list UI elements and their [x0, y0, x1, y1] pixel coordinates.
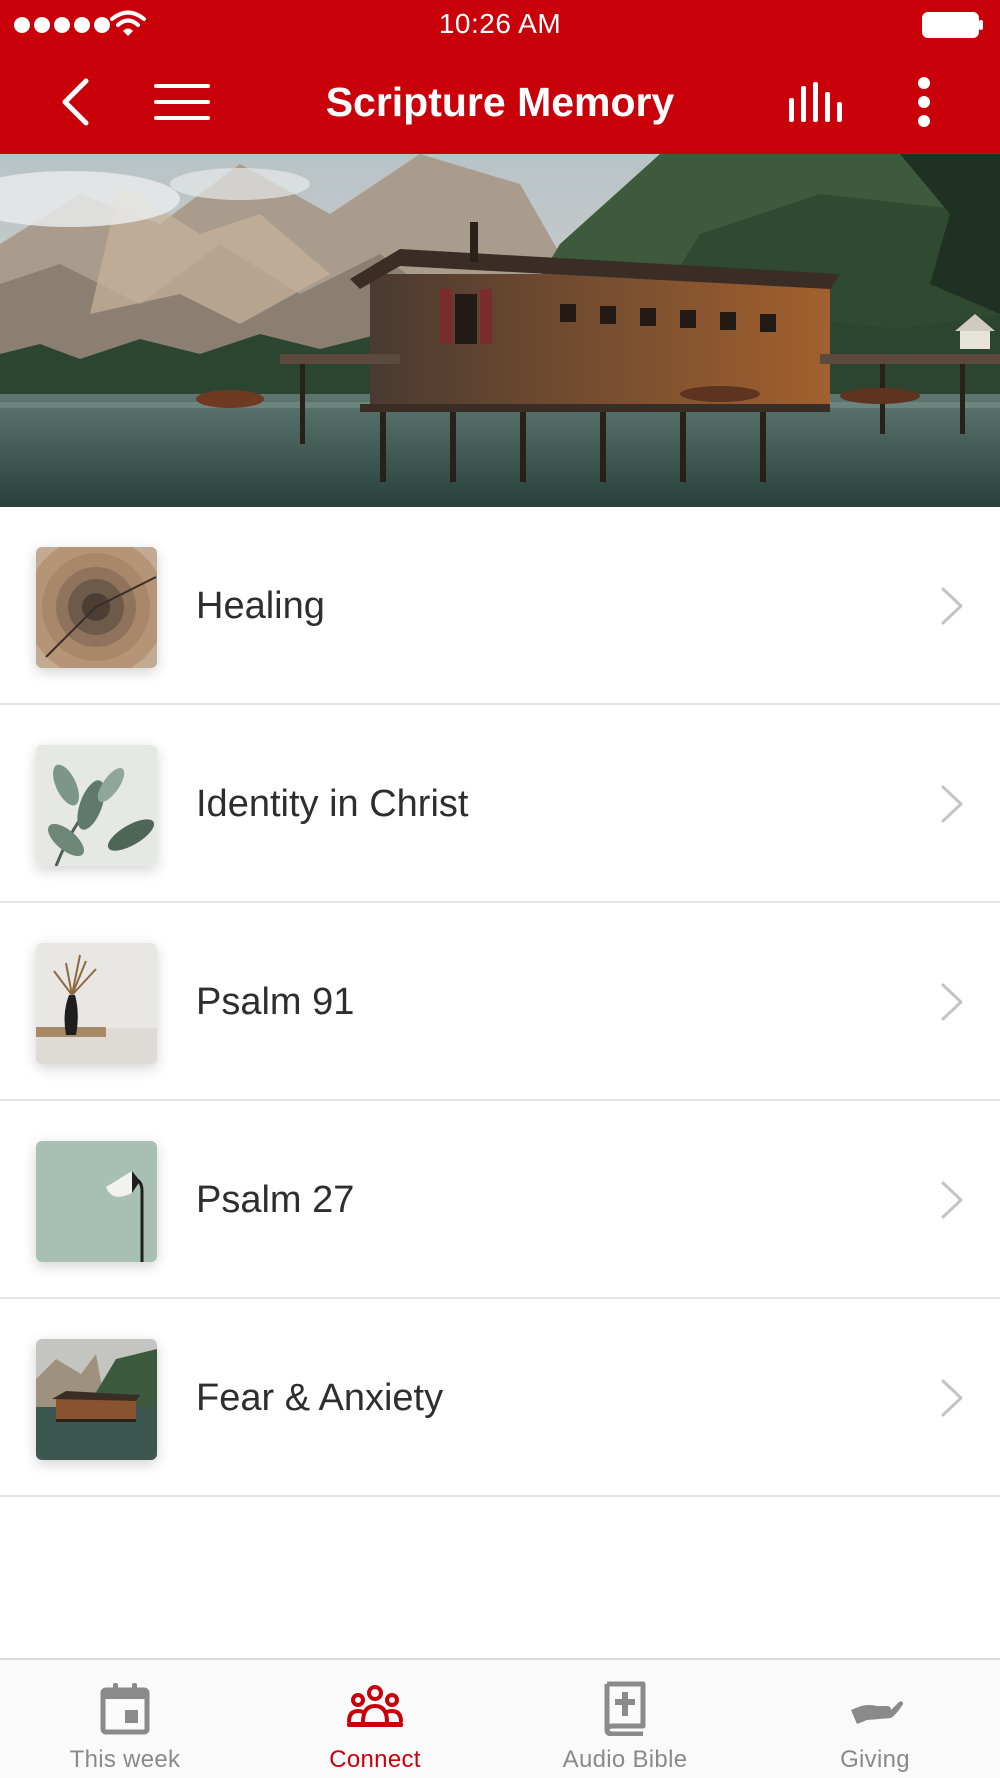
giving-hand-icon [851, 1701, 903, 1724]
back-button[interactable] [40, 50, 110, 154]
menu-icon [154, 84, 210, 120]
more-options-button[interactable] [894, 50, 954, 154]
app-screen: 10:26 AM Scripture Memory Healing Identi… [0, 0, 1000, 1778]
tab-this-week[interactable]: This week [0, 1660, 250, 1778]
chevron-right-icon [941, 785, 963, 823]
battery-icon [922, 12, 983, 38]
thumbnail-leafy-plant [36, 745, 157, 866]
status-bar: 10:26 AM [0, 0, 1000, 50]
tab-label: Audio Bible [562, 1746, 688, 1773]
nav-bar: Scripture Memory [0, 50, 1000, 154]
list-item-label: Healing [196, 584, 325, 627]
list-item[interactable]: Identity in Christ [0, 705, 1000, 903]
calendar-icon [100, 1683, 150, 1735]
list-item[interactable]: Fear & Anxiety [0, 1299, 1000, 1497]
list-item-label: Identity in Christ [196, 782, 469, 825]
header: 10:26 AM Scripture Memory [0, 0, 1000, 154]
thumbnail-desk-lamp [36, 1141, 157, 1262]
tab-bar: This week Connect Audio Bible Giving [0, 1658, 1000, 1778]
bible-icon [604, 1681, 646, 1736]
list-item-label: Psalm 27 [196, 1178, 355, 1221]
chevron-right-icon [941, 1181, 963, 1219]
back-arrow-icon [62, 78, 89, 126]
topic-list: Healing Identity in Christ Psalm 91 Psal… [0, 507, 1000, 1497]
stats-icon [789, 82, 842, 122]
status-time: 10:26 AM [438, 8, 562, 39]
stats-button[interactable] [780, 50, 854, 154]
list-item-label: Psalm 91 [196, 980, 355, 1023]
tab-label: Giving [840, 1746, 910, 1773]
group-icon [347, 1685, 403, 1727]
thumbnail-lake-boathouse [36, 1339, 157, 1460]
chevron-right-icon [941, 1379, 963, 1417]
list-item[interactable]: Psalm 27 [0, 1101, 1000, 1299]
tab-label: This week [69, 1746, 181, 1773]
tab-label: Connect [329, 1746, 421, 1773]
page-title: Scripture Memory [325, 78, 675, 125]
tab-giving[interactable]: Giving [750, 1660, 1000, 1778]
chevron-right-icon [941, 983, 963, 1021]
hero-image [0, 154, 1000, 507]
menu-button[interactable] [148, 50, 216, 154]
list-item[interactable]: Healing [0, 507, 1000, 705]
tab-connect[interactable]: Connect [250, 1660, 500, 1778]
list-item-label: Fear & Anxiety [196, 1376, 444, 1419]
list-item[interactable]: Psalm 91 [0, 903, 1000, 1101]
more-vertical-icon [918, 77, 930, 127]
chevron-right-icon [941, 587, 963, 625]
thumbnail-vase [36, 943, 157, 1064]
thumbnail-tree-rings [36, 547, 157, 668]
tab-audio-bible[interactable]: Audio Bible [500, 1660, 750, 1778]
